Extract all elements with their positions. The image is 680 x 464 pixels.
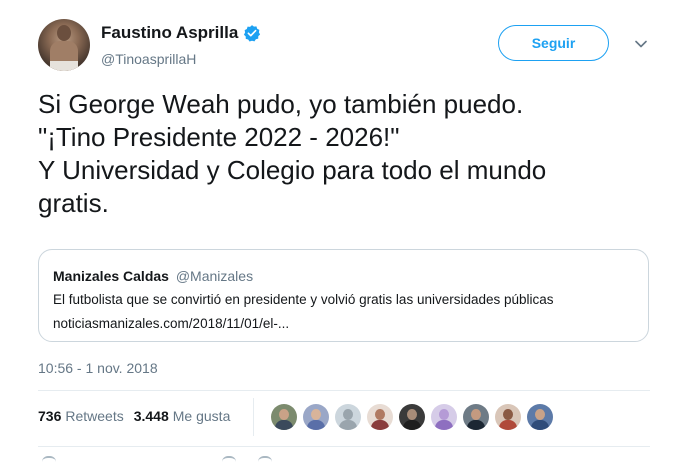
liker-avatar-body <box>531 420 549 430</box>
liker-avatar-body <box>371 420 389 430</box>
engagement-stats: 736 Retweets 3.448 Me gusta <box>38 408 230 424</box>
reply-icon[interactable] <box>42 456 56 464</box>
quoted-tweet-header: Manizales Caldas @Manizales <box>53 268 253 284</box>
liker-avatar-body <box>403 420 421 430</box>
like-icon[interactable] <box>258 456 272 464</box>
liker-avatar-body <box>275 420 293 430</box>
quoted-tweet-link[interactable]: noticiasmanizales.com/2018/11/01/el-... <box>53 316 289 331</box>
quoted-tweet-text: El futbolista que se convirtió en presid… <box>53 292 554 307</box>
liker-avatar[interactable] <box>527 404 553 430</box>
retweet-icon[interactable] <box>222 456 236 464</box>
name-row: Faustino Asprilla <box>101 23 261 43</box>
quoted-author-name: Manizales Caldas <box>53 268 169 284</box>
liker-avatar-face <box>503 409 513 420</box>
liker-avatar[interactable] <box>367 404 393 430</box>
chevron-down-icon[interactable] <box>634 37 648 51</box>
divider <box>38 390 650 391</box>
likers-separator <box>253 398 254 436</box>
liker-avatar[interactable] <box>495 404 521 430</box>
retweets-count[interactable]: 736 <box>38 408 61 424</box>
verified-badge-icon <box>244 25 261 42</box>
likes-label[interactable]: Me gusta <box>173 408 231 424</box>
liker-avatar-body <box>339 420 357 430</box>
liker-avatar[interactable] <box>303 404 329 430</box>
liker-avatar-body <box>435 420 453 430</box>
retweets-label[interactable]: Retweets <box>65 408 123 424</box>
liker-avatar-face <box>407 409 417 420</box>
quoted-tweet-card[interactable]: Manizales Caldas @Manizales El futbolist… <box>38 249 649 342</box>
liker-avatars <box>271 404 559 430</box>
liker-avatar-face <box>311 409 321 420</box>
tweet-header: Faustino Asprilla @TinoasprillaH Seguir <box>38 19 650 75</box>
liker-avatar-body <box>467 420 485 430</box>
follow-button[interactable]: Seguir <box>498 25 609 61</box>
avatar-shorts <box>50 61 78 71</box>
divider <box>38 446 650 447</box>
tweet-text: Si George Weah pudo, yo también puedo. "… <box>38 89 547 218</box>
liker-avatar[interactable] <box>335 404 361 430</box>
liker-avatar-face <box>535 409 545 420</box>
liker-avatar[interactable] <box>431 404 457 430</box>
display-name[interactable]: Faustino Asprilla <box>101 23 238 43</box>
avatar-head <box>57 25 71 41</box>
liker-avatar[interactable] <box>463 404 489 430</box>
liker-avatar-face <box>375 409 385 420</box>
liker-avatar-face <box>279 409 289 420</box>
user-handle[interactable]: @TinoasprillaH <box>101 51 196 67</box>
profile-avatar[interactable] <box>38 19 90 71</box>
quoted-author-handle: @Manizales <box>175 268 254 284</box>
liker-avatar-face <box>439 409 449 420</box>
liker-avatar-body <box>307 420 325 430</box>
liker-avatar-face <box>343 409 353 420</box>
liker-avatar-face <box>471 409 481 420</box>
liker-avatar[interactable] <box>399 404 425 430</box>
liker-avatar-body <box>499 420 517 430</box>
liker-avatar[interactable] <box>271 404 297 430</box>
tweet-timestamp[interactable]: 10:56 - 1 nov. 2018 <box>38 360 158 376</box>
likes-count[interactable]: 3.448 <box>134 408 169 424</box>
